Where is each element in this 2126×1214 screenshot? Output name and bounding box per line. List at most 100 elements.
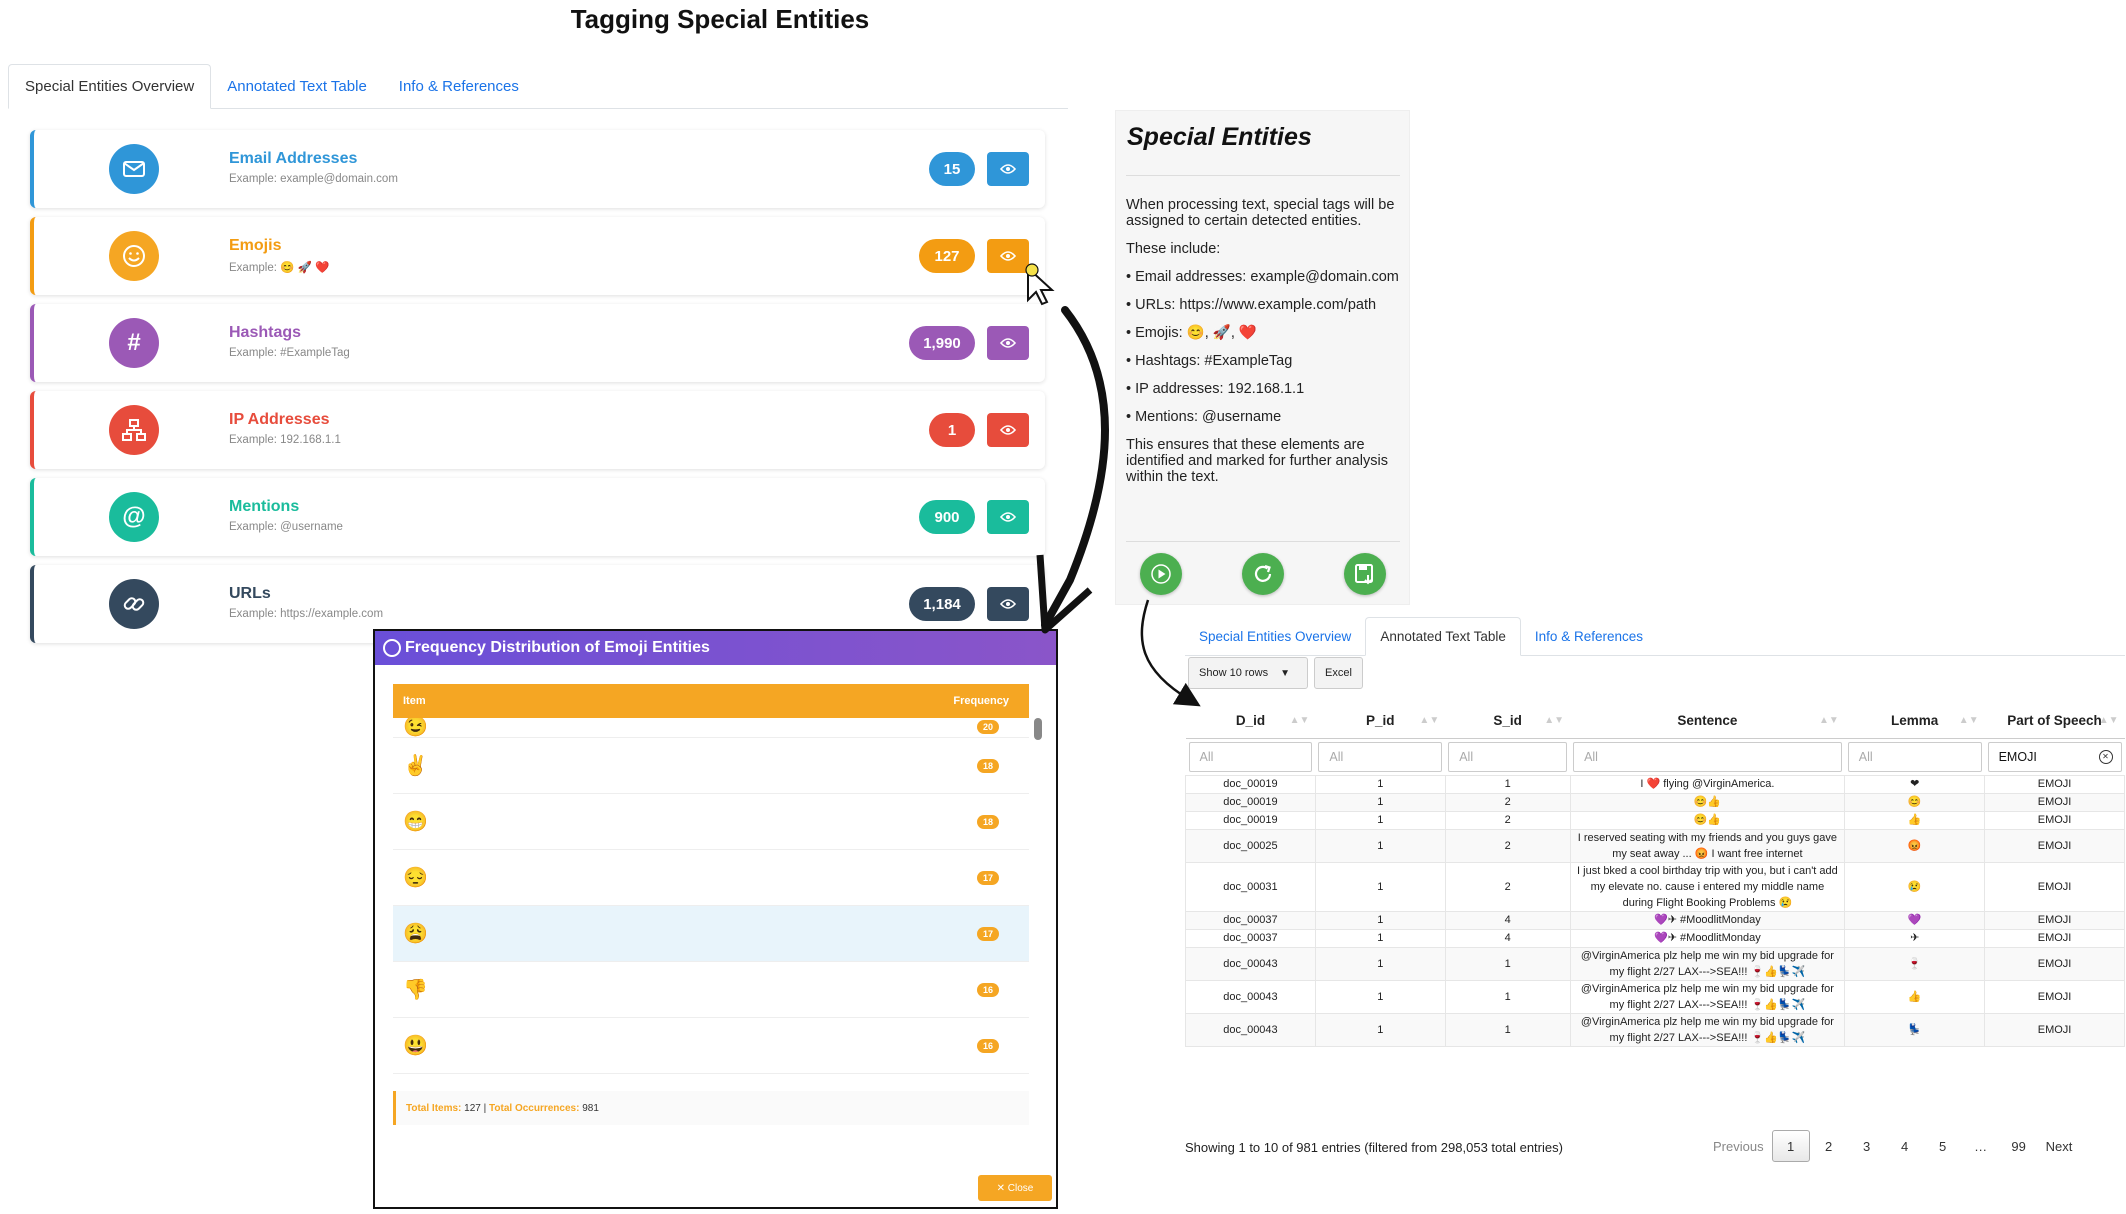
tab-annotated-text-table[interactable]: Annotated Text Table	[211, 65, 383, 108]
frequency-list[interactable]: 😉 20 ✌️ 18 😁 18 😔 17 😩 17 👎 16 😃 16	[393, 718, 1029, 1083]
tab-special-entities-overview[interactable]: Special Entities Overview	[1185, 618, 1365, 655]
cell-sentence: 😊👍	[1569, 792, 1846, 812]
eye-icon	[1000, 512, 1016, 522]
table-row[interactable]: doc_00037 1 4 💜✈ #MoodlitMonday ✈ EMOJI	[1185, 928, 2125, 948]
run-button[interactable]	[1140, 553, 1182, 595]
info-paragraph: • Hashtags: #ExampleTag	[1126, 353, 1293, 369]
table-row[interactable]: doc_00043 1 1 @VirginAmerica plz help me wi…	[1185, 1012, 2125, 1047]
cell-lemma: ❤	[1844, 774, 1986, 794]
entity-count-badge: 15	[929, 152, 975, 186]
entity-example: Example: @username	[229, 521, 343, 533]
eye-icon	[1000, 338, 1016, 348]
tab-info-references[interactable]: Info & References	[1521, 618, 1657, 655]
refresh-button[interactable]	[1242, 553, 1284, 595]
annotation-arrowhead	[1036, 554, 1093, 634]
cell-d: doc_00031	[1185, 861, 1316, 912]
page-button-4[interactable]: 4	[1886, 1130, 1924, 1162]
column-header-sentence[interactable]: Sentence ▲▼	[1570, 704, 1845, 739]
clear-filter-icon[interactable]: ✕	[2098, 749, 2113, 764]
cell-sentence: @VirginAmerica plz help me win my bid up…	[1569, 1012, 1846, 1047]
view-button[interactable]	[987, 152, 1029, 186]
filter-sentence[interactable]: All	[1573, 741, 1842, 772]
page-button-1[interactable]: 1	[1771, 1130, 1810, 1162]
entity-card-hashtags: # Hashtags Example: #ExampleTag 1,990	[30, 304, 1045, 382]
table-row[interactable]: doc_00043 1 1 @VirginAmerica plz help me wi…	[1185, 979, 2125, 1014]
scrollbar[interactable]	[1034, 718, 1042, 1083]
tab-special-entities-overview[interactable]: Special Entities Overview	[8, 64, 212, 109]
frequency-row: 😃 16	[393, 1018, 1029, 1074]
filter-lemma[interactable]: All	[1847, 741, 1982, 772]
cell-d: doc_00043	[1185, 946, 1316, 981]
annotation-arrow-to-table	[1140, 599, 1201, 707]
emoji-item: 😃	[403, 1035, 428, 1057]
info-paragraph: • Email addresses: example@domain.com	[1126, 269, 1399, 285]
table-row[interactable]: doc_00037 1 4 💜✈ #MoodlitMonday 💜 EMOJI	[1185, 910, 2125, 930]
cell-lemma: 😢	[1844, 861, 1986, 912]
hashtag-icon: #	[109, 318, 159, 368]
info-paragraph: • IP addresses: 192.168.1.1	[1126, 381, 1305, 397]
info-paragraph: These include:	[1126, 241, 1221, 257]
frequency-row: 😔 17	[393, 850, 1029, 906]
divider	[1126, 175, 1400, 176]
close-button[interactable]: ✕ Close	[978, 1175, 1052, 1201]
entity-example: Example: https://example.com	[229, 608, 384, 620]
filter-pos[interactable]: EMOJI ✕	[1987, 741, 2122, 772]
filter-p-id[interactable]: All	[1318, 741, 1443, 772]
tab-info-references[interactable]: Info & References	[383, 65, 535, 108]
show-rows-dropdown[interactable]: Show 10 rows ▼	[1188, 657, 1308, 689]
envelope-icon	[109, 144, 159, 194]
column-header-pos[interactable]: Part of Speech ▲▼	[1984, 704, 2125, 739]
entity-title: URLs	[229, 585, 271, 602]
modal-header: Frequency Distribution of Emoji Entities	[375, 631, 1056, 665]
filter-d-id[interactable]: All	[1188, 741, 1313, 772]
previous-page-button[interactable]: Previous	[1705, 1130, 1772, 1162]
info-paragraph: • Emojis: 😊, 🚀, ❤️	[1126, 325, 1257, 341]
entity-title: Hashtags	[229, 324, 302, 341]
table-row[interactable]: doc_00019 1 2 😊👍 😊 EMOJI	[1185, 792, 2125, 812]
cell-lemma: 😡	[1844, 828, 1986, 863]
view-button[interactable]	[987, 500, 1029, 534]
table-row[interactable]: doc_00025 1 2 I reserved seating with my fr…	[1185, 828, 2125, 863]
view-button[interactable]	[987, 239, 1029, 273]
cell-s: 1	[1444, 979, 1571, 1014]
table-row[interactable]: doc_00019 1 1 I ❤️ flying @VirginAmerica. ❤ E…	[1185, 774, 2125, 794]
column-header-p-id[interactable]: P_id ▲▼	[1315, 704, 1446, 739]
column-header-d-id[interactable]: D_id ▲▼	[1185, 704, 1316, 739]
cell-s: 1	[1444, 1012, 1571, 1047]
table-controls: Show 10 rows ▼ Excel	[1188, 657, 1363, 689]
column-header-lemma[interactable]: Lemma ▲▼	[1844, 704, 1985, 739]
excel-export-button[interactable]: Excel	[1314, 657, 1363, 689]
view-button[interactable]	[987, 413, 1029, 447]
scrollbar-thumb[interactable]	[1034, 718, 1042, 740]
entity-title: IP Addresses	[229, 411, 330, 428]
table-row[interactable]: doc_00043 1 1 @VirginAmerica plz help me wi…	[1185, 946, 2125, 981]
cell-p: 1	[1314, 861, 1446, 912]
cell-p: 1	[1314, 928, 1446, 948]
info-paragraph: This ensures that these elements are ide…	[1126, 437, 1388, 485]
cell-pos: EMOJI	[1984, 774, 2125, 794]
page-button-2[interactable]: 2	[1810, 1130, 1848, 1162]
column-header-s-id[interactable]: S_id ▲▼	[1445, 704, 1571, 739]
page-button-5[interactable]: 5	[1924, 1130, 1962, 1162]
view-button[interactable]	[987, 326, 1029, 360]
save-button[interactable]	[1344, 553, 1386, 595]
tab-annotated-text-table[interactable]: Annotated Text Table	[1365, 617, 1521, 656]
next-page-button[interactable]: Next	[2038, 1130, 2081, 1162]
emoji-item: ✌️	[403, 755, 428, 777]
info-paragraph: When processing text, special tags will …	[1126, 197, 1395, 229]
cell-d: doc_00037	[1185, 928, 1316, 948]
cell-pos: EMOJI	[1984, 861, 2125, 912]
column-header-item: Item	[403, 695, 426, 707]
filter-s-id[interactable]: All	[1448, 741, 1568, 772]
page-button-3[interactable]: 3	[1848, 1130, 1886, 1162]
page-button-99[interactable]: 99	[2000, 1130, 2038, 1162]
annotated-text-table: D_id ▲▼ P_id ▲▼ S_id ▲▼ Sentence ▲▼ Lemma ▲▼ …	[1185, 704, 2125, 1047]
table-row[interactable]: doc_00019 1 2 😊👍 👍 EMOJI	[1185, 810, 2125, 830]
cell-d: doc_00019	[1185, 810, 1316, 830]
table-row[interactable]: doc_00031 1 2 I just bked a cool birthday t…	[1185, 861, 2125, 912]
view-button[interactable]	[987, 587, 1029, 621]
entity-count-badge: 1	[929, 413, 975, 447]
emoji-item: 👎	[403, 979, 428, 1001]
cell-pos: EMOJI	[1984, 1012, 2125, 1047]
caret-down-icon: ▼	[1280, 667, 1290, 679]
